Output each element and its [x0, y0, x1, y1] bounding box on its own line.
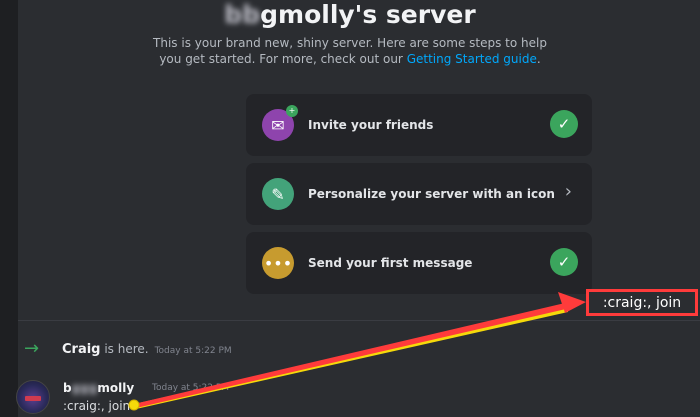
getting-started-link[interactable]: Getting Started guide [407, 52, 537, 66]
join-username[interactable]: Craig [62, 342, 101, 357]
invite-friends-icon: ✉ + [262, 105, 298, 141]
checklist-label: Invite your friends [308, 118, 434, 132]
check-icon: ✓ [550, 248, 578, 276]
annotation-arrow-highlight [134, 307, 568, 409]
author-suffix: molly [97, 381, 135, 395]
join-timestamp: Today at 5:22 PM [154, 346, 232, 356]
checklist-invite-friends[interactable]: ✉ + Invite your friends ✓ [246, 94, 592, 156]
join-arrow-icon: → [24, 338, 40, 359]
server-title-suffix: gmolly's server [260, 0, 476, 29]
annotation-callout-box: :craig:, join [586, 289, 698, 316]
annotation-arrowhead [558, 292, 586, 313]
subtitle-text: you get started. For more, check out our [159, 52, 407, 66]
chevron-right-icon: › [564, 181, 572, 202]
blurred-name: ggg [71, 381, 98, 395]
system-join-message: Craig is here. Today at 5:22 PM [62, 342, 232, 357]
checklist-personalize-server[interactable]: ✎ Personalize your server with an icon › [246, 163, 592, 225]
checklist-label: Personalize your server with an icon [308, 187, 555, 201]
message-timestamp: Today at 5:22 PM [152, 383, 230, 393]
subtitle-line-2: you get started. For more, check out our… [0, 51, 700, 67]
annotation-dot [128, 399, 140, 411]
check-icon: ✓ [550, 110, 578, 138]
subtitle-line-1: This is your brand new, shiny server. He… [153, 36, 547, 50]
blurred-name: bb [224, 0, 261, 29]
checklist-first-message[interactable]: ••• Send your first message ✓ [246, 232, 592, 294]
checklist-label: Send your first message [308, 256, 473, 270]
server-welcome-subtitle: This is your brand new, shiny server. He… [0, 35, 700, 67]
chat-divider [18, 320, 700, 321]
message-text: :craig:, join [63, 399, 131, 413]
avatar[interactable] [16, 380, 50, 414]
subtitle-period: . [536, 52, 541, 66]
author-prefix: b [63, 381, 72, 395]
chat-bubble-icon: ••• [262, 247, 294, 279]
message-author[interactable]: bgggmolly [63, 381, 134, 395]
join-text: is here. [100, 342, 149, 356]
paint-brush-icon: ✎ [262, 178, 294, 210]
server-welcome-title: bbgmolly's server [0, 0, 700, 29]
